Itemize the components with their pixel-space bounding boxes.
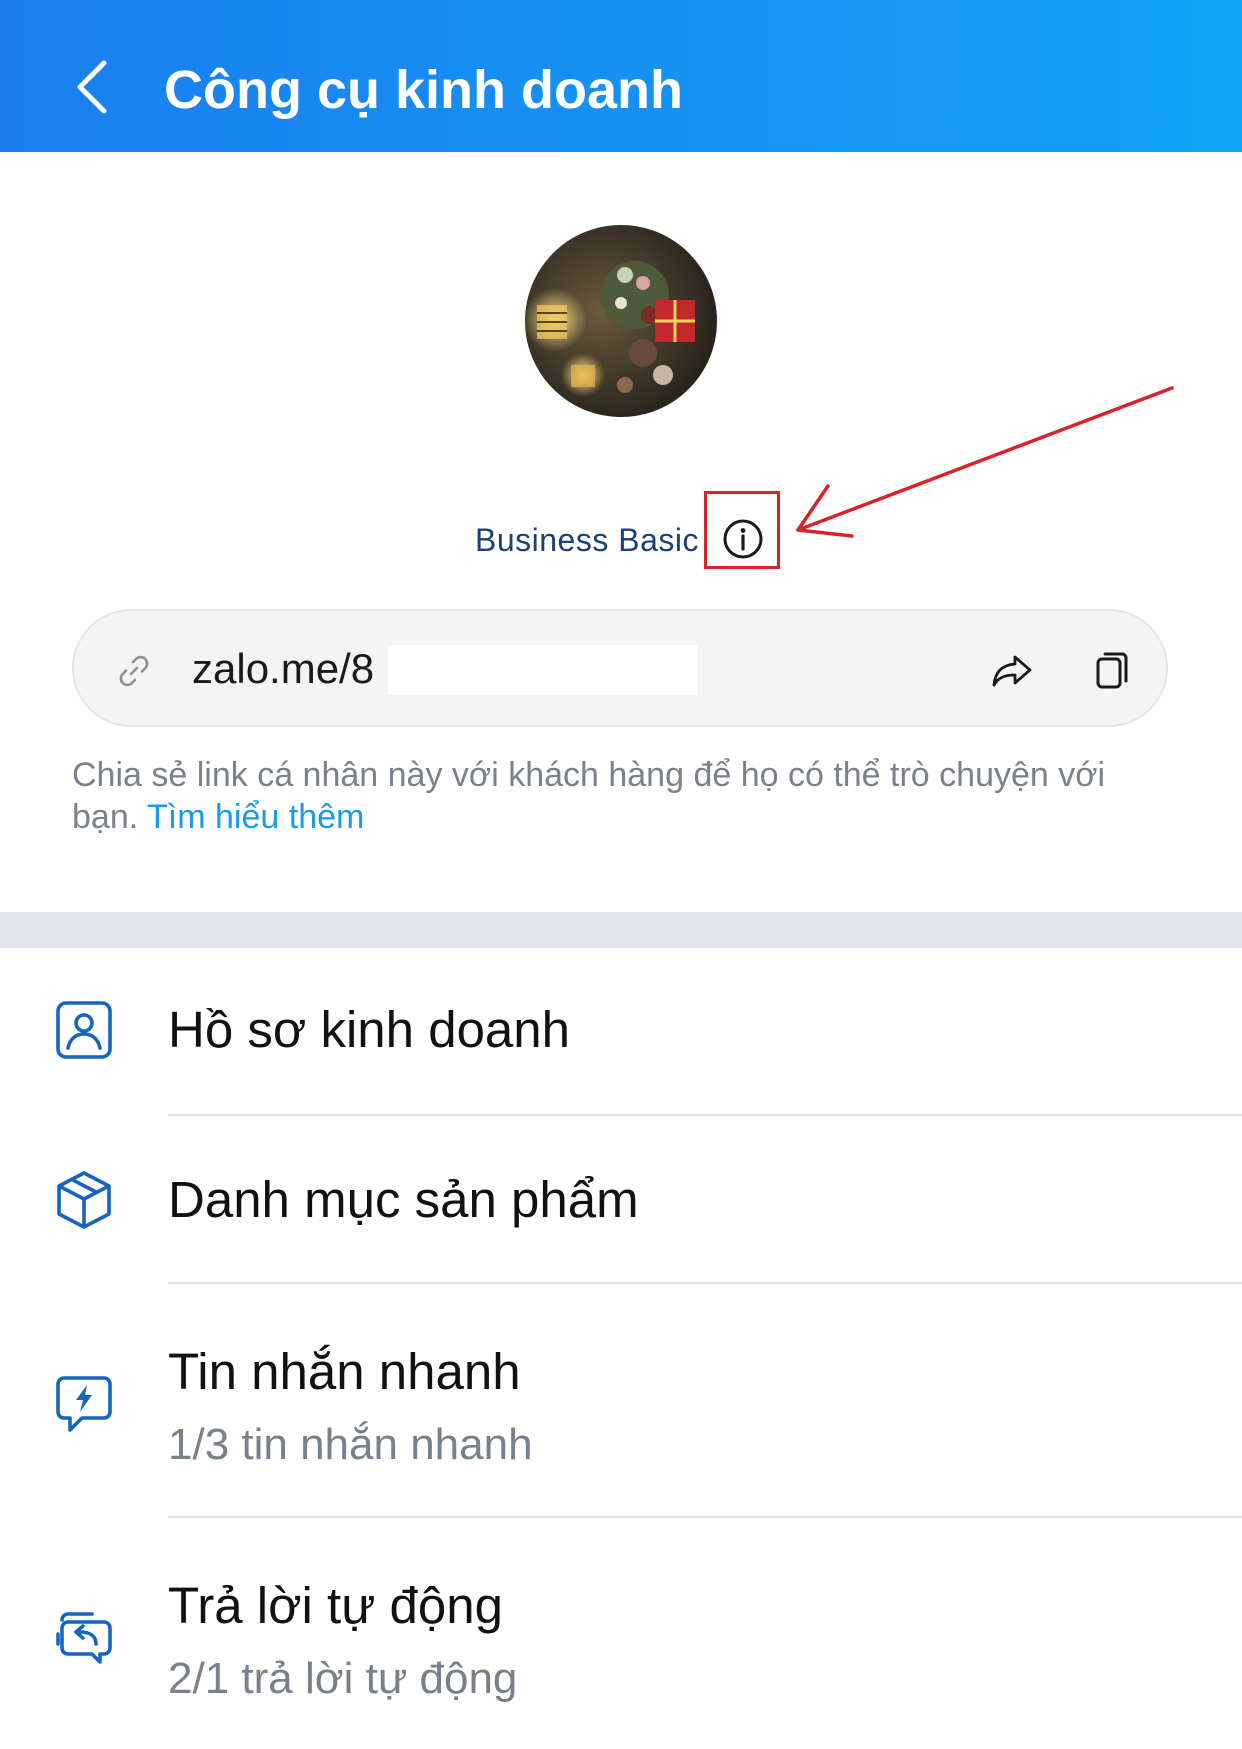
copy-icon	[1096, 652, 1128, 689]
avatar-image	[525, 225, 717, 417]
menu-item-title: Hồ sơ kinh doanh	[168, 1001, 571, 1058]
share-icon	[992, 655, 1032, 687]
menu-item-title: Danh mục sản phẩm	[168, 1171, 639, 1228]
personal-link-url[interactable]: zalo.me/8	[192, 641, 374, 697]
profile-card-icon	[56, 1001, 112, 1059]
personal-link-field: zalo.me/8	[72, 609, 1168, 727]
copy-link-button[interactable]	[1088, 645, 1138, 695]
menu-item-title: Trả lời tự động	[168, 1577, 503, 1634]
learn-more-link[interactable]: Tìm hiểu thêm	[147, 798, 364, 836]
annotation-arrow	[796, 386, 1174, 538]
redacted-area	[388, 645, 698, 695]
link-icon	[119, 655, 149, 687]
box-icon	[57, 1171, 111, 1229]
share-link-button[interactable]	[988, 645, 1038, 695]
menu-item-quick-messages[interactable]: Tin nhắn nhanh 1/3 tin nhắn nhanh	[0, 1284, 1242, 1516]
quick-message-icon	[56, 1376, 112, 1432]
annotation-highlight-box	[704, 491, 780, 569]
avatar[interactable]	[525, 225, 717, 417]
menu-item-subtitle: 1/3 tin nhắn nhanh	[168, 1420, 533, 1469]
chevron-left-icon	[77, 60, 107, 114]
link-helper-text: Chia sẻ link cá nhân này với khách hàng …	[72, 754, 1172, 838]
plan-label: Business Basic	[475, 522, 699, 558]
menu-item-auto-reply[interactable]: Trả lời tự động 2/1 trả lời tự động	[0, 1518, 1242, 1749]
menu-item-subtitle: 2/1 trả lời tự động	[168, 1654, 518, 1703]
page-title: Công cụ kinh doanh	[164, 60, 683, 120]
menu-item-product-catalog[interactable]: Danh mục sản phẩm	[0, 1116, 1242, 1284]
back-button[interactable]	[62, 48, 122, 126]
menu-item-title: Tin nhắn nhanh	[168, 1343, 521, 1400]
auto-reply-icon	[56, 1612, 112, 1664]
section-divider	[0, 912, 1242, 948]
menu-item-business-profile[interactable]: Hồ sơ kinh doanh	[0, 950, 1242, 1114]
app-header: Công cụ kinh doanh	[0, 0, 1242, 152]
